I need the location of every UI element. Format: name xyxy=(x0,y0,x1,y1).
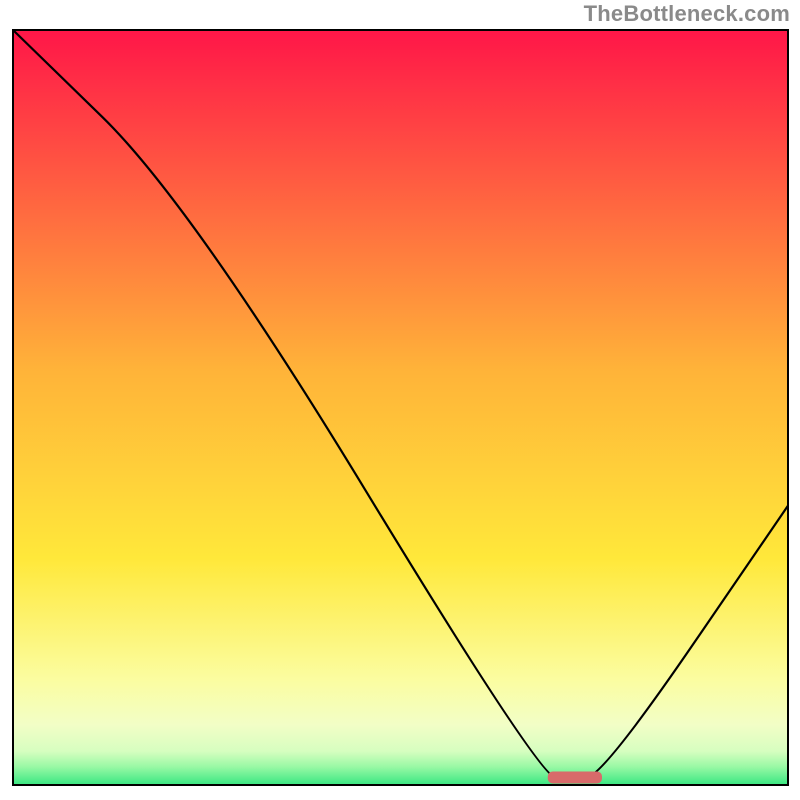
plot-area xyxy=(13,30,788,785)
gradient-background xyxy=(13,30,788,785)
bottleneck-chart xyxy=(0,0,800,800)
chart-container: TheBottleneck.com xyxy=(0,0,800,800)
optimal-marker xyxy=(548,771,602,783)
